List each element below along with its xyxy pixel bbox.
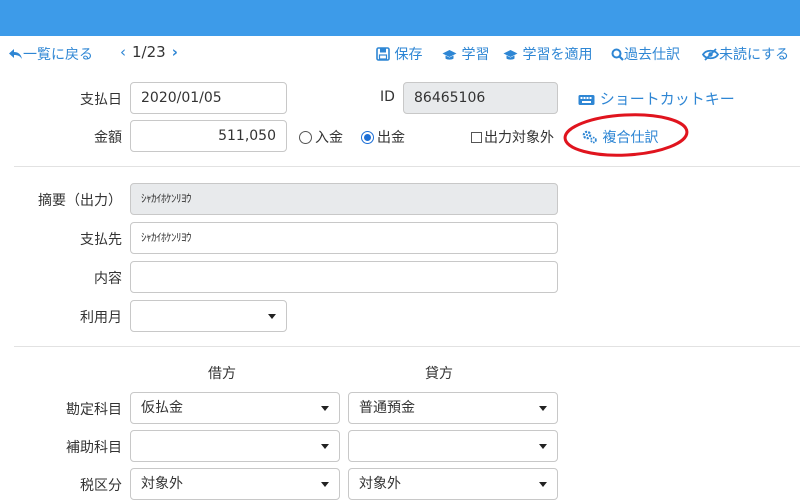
radio-income-label: 入金 [315,130,343,146]
save-label: 保存 [394,47,423,63]
radio-expense-label: 出金 [377,130,405,146]
apply-learning-label: 学習を適用 [522,47,593,63]
account-label: 勘定科目 [66,402,122,418]
section-divider [14,166,800,167]
amount-label: 金額 [94,130,122,146]
tax-category-label: 税区分 [80,478,122,494]
next-page-chevron-icon[interactable]: › [172,43,178,61]
mark-unread-button[interactable]: 未読にする [702,44,789,64]
payee-label: 支払先 [80,232,122,248]
caret-down-icon [539,406,547,411]
shortcut-keys-label: ショートカットキー [599,90,735,108]
highlight-circle-annotation [563,113,689,157]
usage-month-select[interactable] [130,300,287,332]
content-input[interactable] [130,261,558,293]
radio-expense-circle[interactable] [361,131,374,144]
radio-income-circle[interactable] [299,131,312,144]
past-entries-button[interactable]: 過去仕訳 [611,44,680,64]
id-label: ID [380,89,395,105]
debit-tax-value: 対象外 [141,476,183,492]
shortcut-keys-link[interactable]: ショートカットキー [578,88,735,109]
caret-down-icon [321,482,329,487]
debit-tax-select[interactable]: 対象外 [130,468,340,500]
credit-header: 貸方 [425,366,453,382]
apply-learning-button[interactable]: 学習を適用 [503,44,592,64]
debit-header: 借方 [208,366,236,382]
learn-label: 学習 [461,47,490,63]
credit-tax-select[interactable]: 対象外 [348,468,558,500]
back-to-list-link[interactable]: 一覧に戻る [8,44,93,64]
mark-unread-label: 未読にする [719,47,790,63]
graduation-cap-icon [503,47,518,63]
summary-field[interactable]: ｼｬｶｲﾎｹﾝﾘﾖｳ [130,183,558,215]
caret-down-icon [321,444,329,449]
caret-down-icon [268,314,276,319]
save-floppy-icon [376,47,390,63]
eye-slash-icon [702,47,719,63]
payment-date-label: 支払日 [80,92,122,108]
content-label: 内容 [94,271,122,287]
amount-input[interactable]: 511,050 [130,120,287,152]
caret-down-icon [539,444,547,449]
debit-account-value: 仮払金 [141,400,183,416]
payment-date-input[interactable]: 2020/01/05 [130,82,287,114]
radio-expense[interactable]: 出金 [361,127,405,147]
credit-tax-value: 対象外 [359,476,401,492]
back-arrow-icon [8,47,23,63]
radio-income[interactable]: 入金 [299,127,343,147]
usage-month-label: 利用月 [80,310,122,326]
save-button[interactable]: 保存 [376,44,422,64]
exclude-output-checkbox[interactable]: 出力対象外 [471,127,554,147]
section-divider [14,346,800,347]
credit-account-select[interactable]: 普通預金 [348,392,558,424]
keyboard-icon [578,90,595,108]
credit-account-value: 普通預金 [359,400,415,416]
exclude-output-box[interactable] [471,132,482,143]
graduation-cap-icon [442,47,457,63]
id-field: 86465106 [403,82,558,114]
debit-sub-account-select[interactable] [130,430,340,462]
top-header-bar [0,0,800,36]
payee-input[interactable]: ｼｬｶｲﾎｹﾝﾘﾖｳ [130,222,558,254]
debit-account-select[interactable]: 仮払金 [130,392,340,424]
pager: ‹ 1/23 › [120,43,178,61]
learn-button[interactable]: 学習 [442,44,489,64]
caret-down-icon [321,406,329,411]
sub-account-label: 補助科目 [66,440,122,456]
credit-sub-account-select[interactable] [348,430,558,462]
past-entries-label: 過去仕訳 [624,47,680,63]
page-indicator: 1/23 [132,43,166,61]
caret-down-icon [539,482,547,487]
summary-label: 摘要（出力） [38,193,122,209]
exclude-output-label: 出力対象外 [484,130,554,146]
prev-page-chevron-icon[interactable]: ‹ [120,43,126,61]
search-icon [611,47,624,63]
back-label: 一覧に戻る [23,47,93,63]
